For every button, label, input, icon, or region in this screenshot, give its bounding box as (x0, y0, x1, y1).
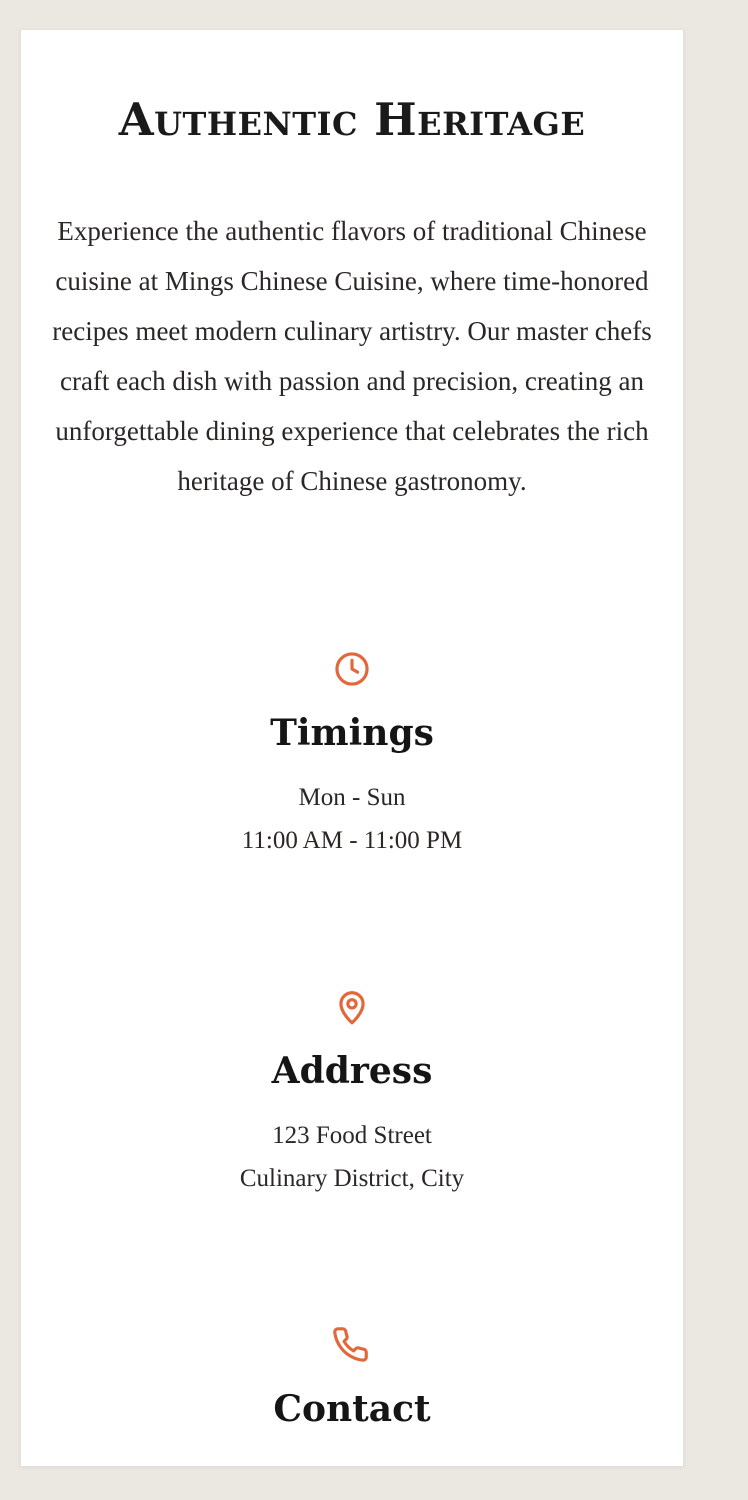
timings-section: Timings Mon - Sun 11:00 AM - 11:00 PM (21, 650, 683, 862)
clock-icon (333, 650, 371, 688)
address-title: Address (271, 1050, 433, 1092)
heritage-card: Authentic Heritage Experience the authen… (20, 29, 684, 1467)
timings-title: Timings (270, 712, 434, 754)
address-street: 123 Food Street (272, 1122, 432, 1149)
timings-hours: 11:00 AM - 11:00 PM (241, 827, 463, 854)
address-city: Culinary District, City (239, 1165, 465, 1192)
page-title: Authentic Heritage (118, 93, 586, 146)
timings-days: Mon - Sun (298, 784, 406, 811)
address-section: Address 123 Food Street Culinary Distric… (21, 988, 683, 1200)
map-pin-icon (333, 988, 371, 1026)
contact-section: Contact (21, 1326, 683, 1432)
contact-title: Contact (273, 1388, 431, 1430)
phone-icon (333, 1326, 371, 1364)
intro-paragraph: Experience the authentic flavors of trad… (52, 216, 652, 496)
